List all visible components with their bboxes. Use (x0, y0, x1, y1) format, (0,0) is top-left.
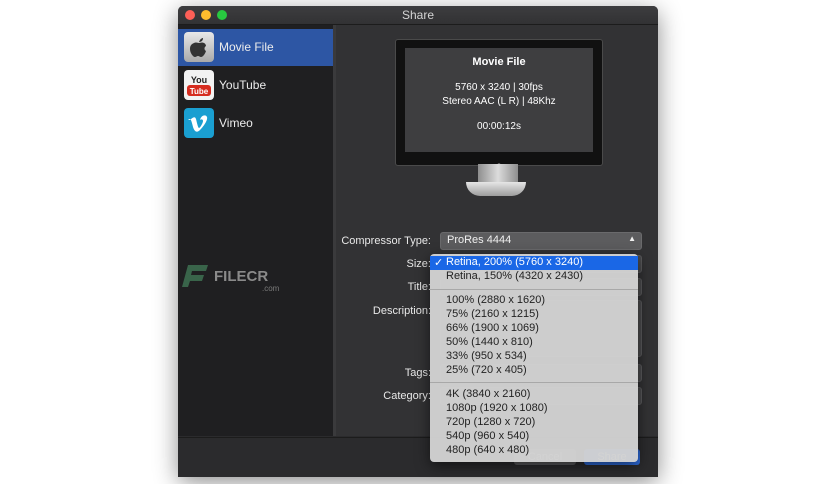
size-option[interactable]: 75% (2160 x 1215) (430, 308, 638, 322)
title-label: Title: (407, 281, 431, 293)
size-option[interactable]: 1080p (1920 x 1080) (430, 402, 638, 416)
monitor-apple-icon (495, 156, 503, 169)
svg-text:.com: .com (262, 284, 280, 293)
preview-audio: Stereo AAC (L R) | 48Khz (442, 96, 556, 107)
svg-text:FILECR: FILECR (214, 268, 268, 285)
size-option[interactable]: 66% (1900 x 1069) (430, 322, 638, 336)
svg-text:You: You (191, 75, 207, 85)
size-option[interactable]: ✓ Retina, 200% (5760 x 3240) (430, 256, 638, 270)
category-label: Category: (383, 390, 431, 402)
size-option[interactable]: 50% (1440 x 810) (430, 336, 638, 350)
checkmark-icon: ✓ (434, 257, 444, 269)
sidebar-item-label: YouTube (219, 78, 267, 92)
preview-title: Movie File (472, 56, 526, 68)
size-option[interactable]: 540p (960 x 540) (430, 430, 638, 444)
youtube-icon: You Tube (184, 70, 214, 100)
description-label: Description: (372, 305, 431, 317)
size-option[interactable]: 25% (720 x 405) (430, 364, 638, 378)
size-label: Size: (406, 258, 431, 270)
compressor-type-value: ProRes 4444 (447, 234, 512, 246)
sidebar-item-label: Movie File (219, 40, 274, 54)
preview-screen: Movie File 5760 x 3240 | 30fps Stereo AA… (405, 48, 593, 152)
window-title: Share (401, 8, 435, 22)
compressor-type-label: Compressor Type: (341, 235, 431, 247)
size-option[interactable]: Retina, 150% (4320 x 2430) (430, 270, 638, 284)
monitor-preview: Movie File 5760 x 3240 | 30fps Stereo AA… (395, 39, 603, 169)
svg-text:Tube: Tube (190, 87, 209, 96)
size-option[interactable]: 100% (2880 x 1620) (430, 294, 638, 308)
preview-resolution: 5760 x 3240 | 30fps (455, 82, 543, 93)
vimeo-icon (184, 108, 214, 138)
monitor-stand-base (466, 182, 526, 196)
size-option[interactable]: 33% (950 x 534) (430, 350, 638, 364)
apple-icon (184, 32, 214, 62)
size-option[interactable]: 480p (640 x 480) (430, 444, 638, 458)
watermark-logo: FILECR .com (180, 261, 290, 297)
sidebar-item-vimeo[interactable]: Vimeo (178, 105, 333, 142)
title-bar[interactable]: Share (178, 6, 658, 25)
sidebar-item-movie-file[interactable]: Movie File (178, 29, 333, 66)
size-dropdown-menu: ✓ Retina, 200% (5760 x 3240) Retina, 150… (430, 254, 638, 462)
updown-chevron-icon: ▲︎ (628, 234, 636, 243)
menu-separator (430, 289, 638, 290)
preview-duration: 00:00:12s (477, 121, 521, 132)
sidebar-item-label: Vimeo (219, 116, 253, 130)
tags-label: Tags: (404, 367, 431, 379)
size-option[interactable]: 4K (3840 x 2160) (430, 388, 638, 402)
sidebar-item-youtube[interactable]: You Tube YouTube (178, 67, 333, 104)
menu-separator (430, 382, 638, 383)
size-option[interactable]: 720p (1280 x 720) (430, 416, 638, 430)
compressor-type-select[interactable]: ProRes 4444 ▲︎ (440, 232, 642, 250)
